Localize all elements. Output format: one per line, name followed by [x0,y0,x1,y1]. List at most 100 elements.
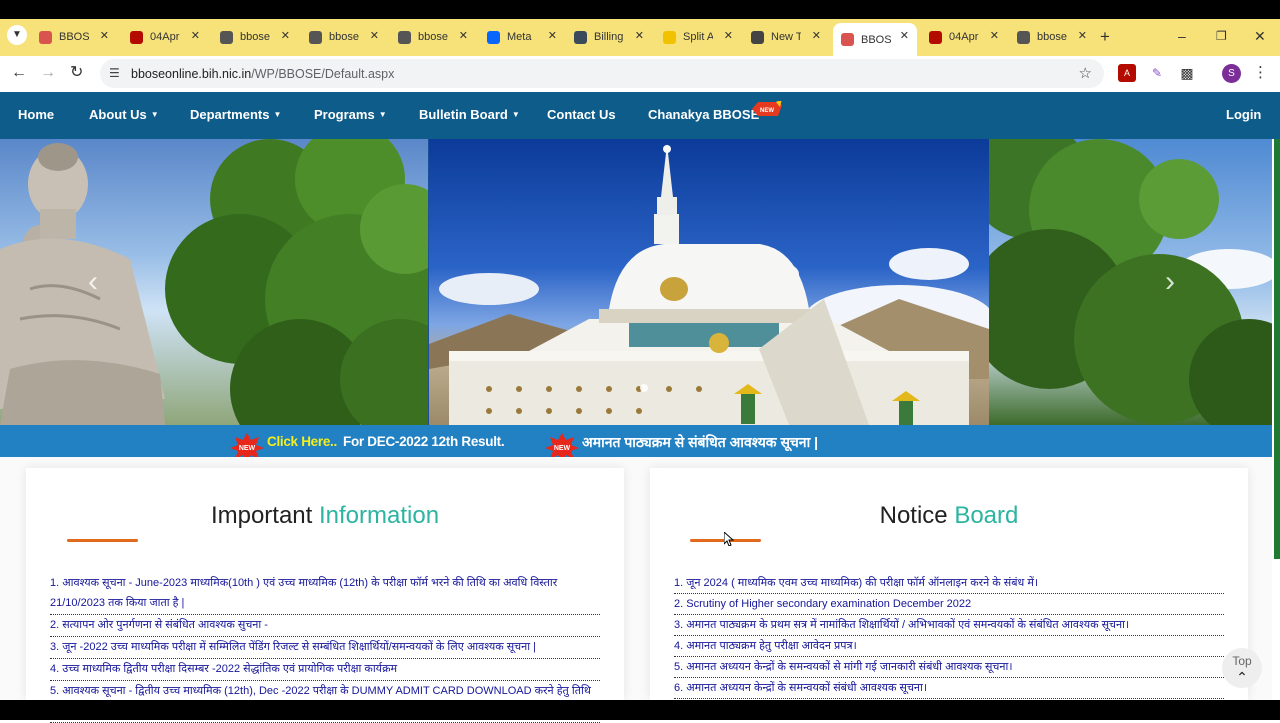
new-badge-icon: NEW [752,101,782,116]
back-to-top-button[interactable]: Top ⌃ [1222,648,1262,688]
close-tab-icon[interactable]: ✕ [1078,29,1087,43]
important-information-card: Important Information 1. आवश्यक सूचना - … [26,468,624,723]
close-tab-icon[interactable]: ✕ [459,29,468,43]
tab-title: bbose [240,31,270,43]
nav-contact-us[interactable]: Contact Us [547,107,616,123]
carousel-indicator-dot[interactable] [640,384,648,392]
tab-title: Meta [507,31,532,43]
nav-departments[interactable]: Departments ▼ [190,107,281,123]
carousel-prev-chevron-icon[interactable]: ‹ [88,267,98,297]
buddha-statue-image [0,143,165,425]
browser-tab[interactable]: Billing ✕ [566,23,652,51]
browser-toolbar: ← → ↻ ☰ bboseonline.bih.nic.in/WP/BBOSE/… [0,56,1280,92]
marquee-result-text[interactable]: For DEC-2022 12th Result. [343,434,505,449]
tab-search-chevron-icon[interactable]: ▼ [7,25,27,45]
url-text[interactable]: bboseonline.bih.nic.in/WP/BBOSE/Default.… [131,67,394,81]
back-to-top-label: Top [1232,654,1252,668]
close-tab-icon[interactable]: ✕ [900,29,909,43]
slide-image-trees [969,139,1272,425]
browser-tab[interactable]: Meta ✕ [479,23,565,51]
list-item[interactable]: 2. सत्यापन ओर पुनर्गणना से संबंधित आवश्य… [50,615,600,637]
new-burst-text: NEW [239,445,256,452]
notice-board-card: Notice Board 1. जून 2024 ( माध्यमिक एवम … [650,468,1248,700]
list-item[interactable]: 2. Scrutiny of Higher secondary examinat… [674,594,1224,615]
browser-tab[interactable]: bbose ✕ [1009,23,1095,51]
notice-board-title: Notice Board [650,502,1248,530]
caret-down-icon: ▼ [378,110,387,119]
new-burst-text: NEW [554,445,571,452]
carousel-next-chevron-icon[interactable]: › [1165,267,1175,297]
mouse-cursor-icon [724,532,734,546]
tab-title: 04Apr [949,31,979,43]
back-arrow-icon[interactable]: ← [11,64,27,82]
list-item[interactable]: 5. अमानत अध्ययन केन्द्रों के समन्वयकों स… [674,657,1224,678]
browser-tab[interactable]: bbose ✕ [390,23,476,51]
list-item[interactable]: 3. जून -2022 उच्च माध्यमिक परीक्षा में स… [50,637,600,659]
pdf-icon [130,30,143,44]
new-tab-plus-icon[interactable]: + [1100,28,1110,46]
browser-tab[interactable]: 04Apr ✕ [921,23,1007,51]
close-tab-icon[interactable]: ✕ [548,29,557,43]
browser-tab[interactable]: 04Apr ✕ [122,23,208,51]
nav-login[interactable]: Login [1226,107,1261,123]
nav-home-label: Home [18,107,55,122]
bookmark-star-icon[interactable]: ☆ [1079,64,1092,82]
forward-arrow-icon[interactable]: → [40,64,56,82]
title-main: Important [210,502,313,529]
tab-title: bbose [1037,31,1067,43]
extensions-puzzle-icon[interactable]: ▩ [1178,64,1196,82]
browser-tab[interactable]: Split A ✕ [655,23,741,51]
caret-down-icon: ▼ [150,110,159,119]
tab-title: New T [771,31,801,43]
list-item[interactable]: 1. आवश्यक सूचना - June-2023 माध्यमिक(10t… [50,573,600,615]
screen-bottom-bar [0,700,1280,720]
list-item[interactable]: 3. अमानत पाठ्यक्रम के प्रथम सत्र में नाम… [674,615,1224,636]
close-window-icon[interactable]: ✕ [1254,28,1266,44]
list-item[interactable]: 6. अमानत अध्ययन केन्द्रों के समन्वयकों स… [674,678,1224,699]
globe-icon [1017,30,1030,44]
pen-extension-icon[interactable]: ✎ [1148,64,1166,82]
url-host: bboseonline.bih.nic.in [131,67,252,81]
peace-stupa-image [429,144,994,425]
nav-home[interactable]: Home [18,107,54,123]
list-item[interactable]: 4. अमानत पाठ्यक्रम हेतु परीक्षा आवेदन प्… [674,636,1224,657]
close-tab-icon[interactable]: ✕ [191,29,200,43]
browser-tab[interactable]: bbose ✕ [212,23,298,51]
list-item[interactable]: 4. उच्च माध्यमिक द्वितीय परीक्षा दिसम्बर… [50,659,600,681]
minimize-icon[interactable]: – [1178,28,1186,44]
close-tab-icon[interactable]: ✕ [724,29,733,43]
pdf-extension-icon[interactable]: A [1118,64,1136,82]
restore-icon[interactable]: ❐ [1216,28,1227,44]
close-tab-icon[interactable]: ✕ [635,29,644,43]
nav-login-label: Login [1226,107,1262,122]
browser-tab[interactable]: New T ✕ [743,23,829,51]
slide-image-stupa [429,139,994,425]
close-tab-icon[interactable]: ✕ [281,29,290,43]
browser-tab[interactable]: BBOSE ✕ [31,23,117,51]
nav-programs[interactable]: Programs ▼ [314,107,387,123]
close-tab-icon[interactable]: ✕ [812,29,821,43]
profile-avatar[interactable]: S [1222,64,1241,83]
globe-icon [309,30,322,44]
tab-title: bbose [418,31,448,43]
marquee-click-here-link[interactable]: Click Here.. [267,434,337,449]
browser-tab[interactable]: bbose ✕ [301,23,387,51]
reload-icon[interactable]: ↻ [70,64,83,82]
close-tab-icon[interactable]: ✕ [990,29,999,43]
nav-bulletin-board[interactable]: Bulletin Board ▼ [419,107,520,123]
close-tab-icon[interactable]: ✕ [100,29,109,43]
nav-programs-label: Programs [314,107,375,122]
marquee-amanat-notice[interactable]: अमानत पाठ्यक्रम से संबंधित आवश्यक सूचना … [582,433,818,452]
site-navbar: Home About Us ▼ Departments ▼ Programs ▼ Bu… [0,92,1280,139]
url-path: /WP/BBOSE/Default.aspx [251,67,395,81]
site-info-icon[interactable]: ☰ [109,66,120,80]
list-item[interactable]: 1. जून 2024 ( माध्यमिक एवम उच्च माध्यमिक… [674,573,1224,594]
address-bar[interactable]: ☰ bboseonline.bih.nic.in/WP/BBOSE/Defaul… [100,59,1104,88]
caret-down-icon: ▼ [273,110,282,119]
globe-icon [220,30,233,44]
close-tab-icon[interactable]: ✕ [370,29,379,43]
browser-tab[interactable]: BBOSE ✕ [833,23,917,56]
nav-chanakya-bbose[interactable]: Chanakya BBOSE [648,107,759,123]
nav-about-us[interactable]: About Us ▼ [89,107,159,123]
browser-menu-icon[interactable]: ⋮ [1253,63,1268,81]
